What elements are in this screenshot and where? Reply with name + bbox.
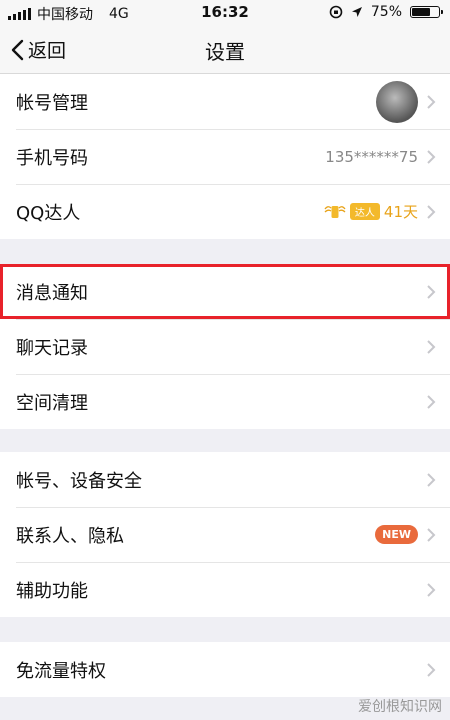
account-management-label: 帐号管理 (16, 92, 88, 114)
phone-number-label: 手机号码 (16, 147, 88, 169)
chevron-right-icon (427, 94, 436, 109)
chevron-right-icon (427, 339, 436, 354)
daren-badge: 达人 (349, 203, 380, 220)
chevron-right-icon (427, 149, 436, 164)
avatar (376, 80, 418, 123)
chevron-right-icon (427, 394, 436, 409)
storage-cleanup-label: 空间清理 (16, 392, 88, 414)
free-data-group: 免流量特权 (0, 642, 450, 697)
account-group: 帐号管理 手机号码 135******75 QQ达人 达人 41天 (0, 74, 450, 239)
chat-history-row[interactable]: 聊天记录 (0, 319, 450, 374)
chevron-right-icon (427, 204, 436, 219)
phone-number-row[interactable]: 手机号码 135******75 (0, 129, 450, 184)
accessibility-label: 辅助功能 (16, 580, 88, 602)
chevron-right-icon (427, 527, 436, 542)
location-icon (351, 7, 362, 17)
qq-daren-label: QQ达人 (16, 202, 81, 224)
qq-daren-status: 达人 41天 (324, 201, 418, 222)
general-group: 消息通知 聊天记录 空间清理 (0, 264, 450, 429)
chat-history-label: 聊天记录 (16, 337, 88, 359)
account-device-security-label: 帐号、设备安全 (16, 470, 142, 492)
account-management-row[interactable]: 帐号管理 (0, 74, 450, 129)
watermark: 爱创根知识网 (358, 699, 442, 715)
chevron-right-icon (427, 662, 436, 677)
free-data-privilege-row[interactable]: 免流量特权 (0, 642, 450, 697)
phone-number-value: 135******75 (325, 147, 418, 166)
message-notification-row[interactable]: 消息通知 (0, 264, 450, 319)
storage-cleanup-row[interactable]: 空间清理 (0, 374, 450, 429)
page-title: 设置 (205, 40, 245, 64)
chevron-right-icon (427, 582, 436, 597)
battery-fill (412, 8, 430, 16)
account-device-security-row[interactable]: 帐号、设备安全 (0, 452, 450, 507)
orientation-lock-icon (329, 5, 343, 19)
qq-daren-row[interactable]: QQ达人 达人 41天 (0, 184, 450, 239)
status-bar: 中国移动 4G 16:32 75% (0, 0, 450, 26)
accessibility-row[interactable]: 辅助功能 (0, 562, 450, 617)
free-data-privilege-label: 免流量特权 (16, 660, 106, 682)
chevron-right-icon (427, 472, 436, 487)
battery-icon (410, 6, 443, 18)
contacts-privacy-label: 联系人、隐私 (16, 525, 124, 547)
new-badge: NEW (375, 525, 418, 544)
message-notification-label: 消息通知 (16, 282, 88, 304)
chevron-right-icon (427, 284, 436, 299)
daren-days: 41天 (383, 203, 418, 221)
winged-phone-icon (324, 205, 346, 218)
status-right: 75% (329, 4, 443, 20)
battery-percent: 75% (370, 4, 402, 20)
contacts-privacy-row[interactable]: 联系人、隐私 NEW (0, 507, 450, 562)
privacy-group: 帐号、设备安全 联系人、隐私 NEW 辅助功能 (0, 452, 450, 617)
navigation-bar: 返回 设置 (0, 26, 450, 74)
